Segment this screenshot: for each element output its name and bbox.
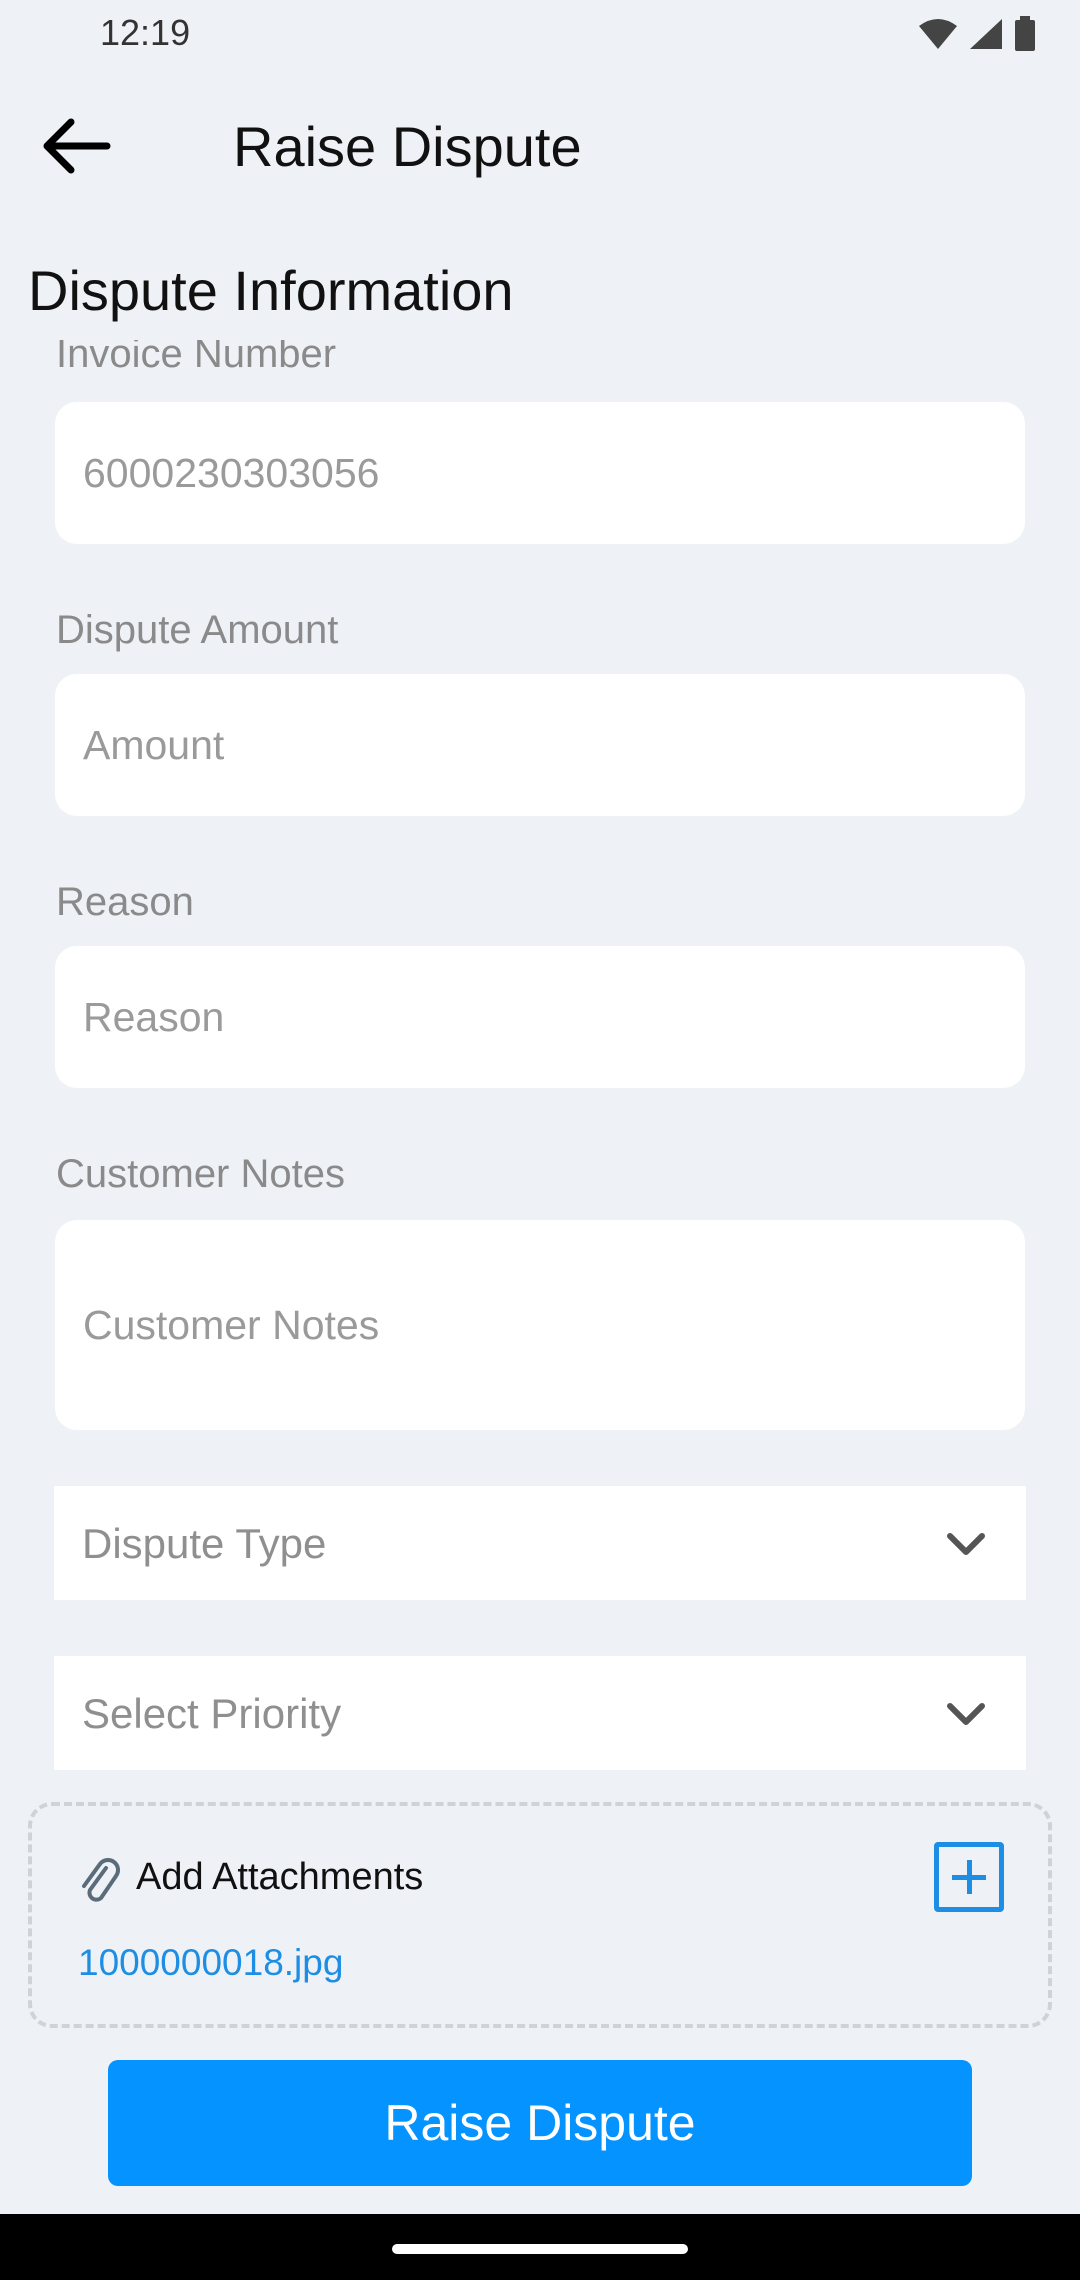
section-title: Dispute Information: [28, 259, 514, 322]
add-attachment-button[interactable]: [934, 1842, 1004, 1912]
dispute-amount-label: Dispute Amount: [56, 608, 339, 652]
reason-placeholder: Reason: [83, 994, 225, 1040]
chevron-down-icon: [947, 1533, 985, 1555]
paperclip-icon: [82, 1858, 120, 1902]
system-nav-bar: [0, 2214, 1080, 2280]
reason-field[interactable]: Reason: [55, 946, 1025, 1088]
invoice-number-value: 6000230303056: [83, 450, 380, 496]
home-indicator[interactable]: [392, 2244, 688, 2254]
customer-notes-label: Customer Notes: [56, 1152, 345, 1196]
dispute-type-select[interactable]: Dispute Type: [54, 1486, 1026, 1600]
attachments-area: Add Attachments 1000000018.jpg: [28, 1802, 1052, 2028]
battery-icon: [1015, 16, 1035, 51]
app-bar: Raise Dispute: [0, 86, 1080, 206]
dispute-type-placeholder: Dispute Type: [82, 1520, 327, 1567]
attachment-file-link[interactable]: 1000000018.jpg: [78, 1942, 343, 1984]
add-attachments-label: Add Attachments: [136, 1856, 424, 1898]
signal-icon: [970, 19, 1002, 49]
dispute-amount-placeholder: Amount: [83, 722, 225, 768]
customer-notes-placeholder: Customer Notes: [83, 1302, 380, 1348]
raise-dispute-button[interactable]: Raise Dispute: [108, 2060, 972, 2186]
priority-placeholder: Select Priority: [82, 1690, 342, 1737]
invoice-number-field[interactable]: 6000230303056: [55, 402, 1025, 544]
wifi-icon: [919, 19, 957, 49]
form-scroll-area[interactable]: Invoice Number 6000230303056 Dispute Amo…: [0, 340, 1080, 1772]
status-bar: 12:19: [0, 0, 1080, 66]
page-title: Raise Dispute: [233, 115, 582, 178]
priority-select[interactable]: Select Priority: [54, 1656, 1026, 1770]
arrow-back-icon: [43, 118, 111, 174]
dispute-amount-field[interactable]: Amount: [55, 674, 1025, 816]
customer-notes-field[interactable]: Customer Notes: [55, 1220, 1025, 1430]
status-time: 12:19: [100, 12, 191, 53]
invoice-number-label: Invoice Number: [56, 340, 337, 376]
reason-label: Reason: [56, 880, 194, 924]
status-icons: [918, 14, 1036, 54]
chevron-down-icon: [947, 1703, 985, 1725]
back-button[interactable]: [30, 108, 120, 184]
